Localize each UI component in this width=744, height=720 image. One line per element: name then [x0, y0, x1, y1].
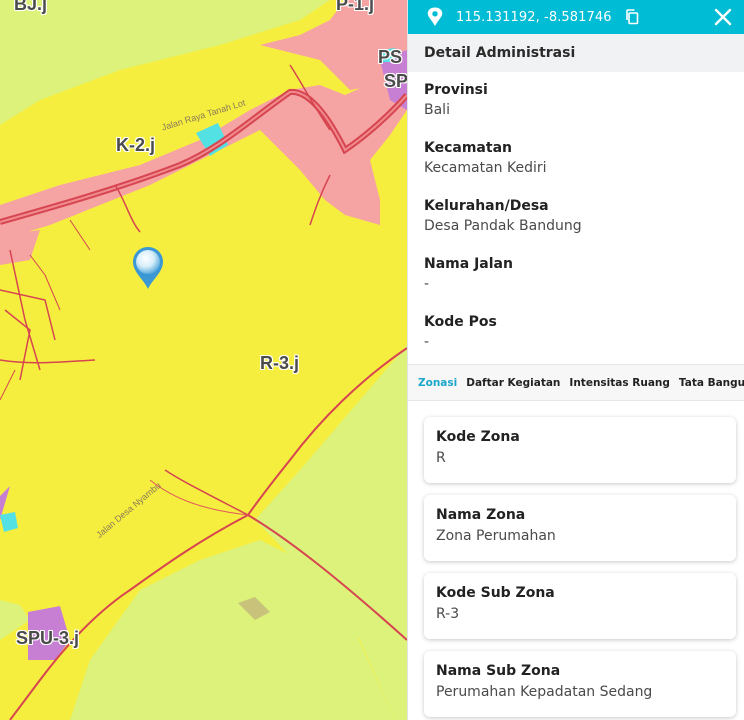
field-label: Nama Jalan — [424, 256, 513, 272]
field-nama-jalan: Nama Jalan - — [424, 246, 728, 304]
local-road-10 — [69, 219, 91, 251]
local-road-7 — [4, 309, 31, 381]
open-space-zone-west — [0, 512, 18, 532]
card-value: Zona Perumahan — [436, 528, 556, 544]
field-provinsi: Provinsi Bali — [424, 72, 728, 130]
map-canvas[interactable] — [0, 0, 407, 720]
location-pin-icon — [427, 7, 443, 27]
tab-intensitas-ruang[interactable]: Intensitas Ruang — [569, 377, 670, 389]
tab-bar: Zonasi Daftar Kegiatan Intensitas Ruang … — [408, 364, 744, 401]
zone-label-k2: K-2.j — [116, 135, 156, 155]
card-label: Kode Sub Zona — [436, 585, 555, 601]
field-label: Kecamatan — [424, 140, 512, 156]
zone-label-ps: PS — [378, 47, 403, 67]
close-icon[interactable] — [714, 8, 732, 26]
section-header-administrasi: Detail Administrasi — [408, 34, 744, 72]
card-label: Nama Zona — [436, 507, 526, 523]
zoning-map[interactable]: BJ.j P-1.j PS SP K-2.j R-3.j SPU-3.j Jal… — [0, 0, 407, 720]
zonasi-card-list: Kode Zona R Nama Zona Zona Perumahan Kod… — [408, 401, 744, 717]
card-value: R — [436, 450, 446, 466]
coordinate-bar: 115.131192, -8.581746 — [408, 0, 744, 34]
app-root: BJ.j P-1.j PS SP K-2.j R-3.j SPU-3.j Jal… — [0, 0, 744, 720]
card-label: Nama Sub Zona — [436, 663, 561, 679]
card-label: Kode Zona — [436, 429, 520, 445]
field-value: - — [424, 276, 430, 292]
card-kode-sub-zona: Kode Sub Zona R-3 — [424, 573, 736, 639]
tab-daftar-kegiatan[interactable]: Daftar Kegiatan — [466, 377, 560, 389]
field-label: Provinsi — [424, 82, 488, 98]
tab-tata-bangunan[interactable]: Tata Bangunan — [679, 377, 744, 389]
tab-zonasi[interactable]: Zonasi — [418, 377, 457, 389]
card-nama-sub-zona: Nama Sub Zona Perumahan Kepadatan Sedang — [424, 651, 736, 717]
card-nama-zona: Nama Zona Zona Perumahan — [424, 495, 736, 561]
admin-detail-list: Provinsi Bali Kecamatan Kecamatan Kediri… — [408, 72, 744, 362]
secondary-road-north — [149, 479, 249, 516]
local-road-9 — [0, 369, 16, 401]
zone-label-p1: P-1.j — [336, 0, 375, 14]
copy-icon[interactable] — [625, 9, 639, 25]
local-road-6 — [0, 289, 56, 341]
card-kode-zona: Kode Zona R — [424, 417, 736, 483]
zone-label-spu3: SPU-3.j — [16, 628, 80, 648]
field-value: Desa Pandak Bandung — [424, 218, 582, 234]
field-label: Kelurahan/Desa — [424, 198, 549, 214]
zone-label-bj: BJ.j — [14, 0, 48, 14]
location-marker-icon[interactable] — [131, 246, 165, 290]
field-value: Kecamatan Kediri — [424, 160, 547, 176]
field-label: Kode Pos — [424, 314, 497, 330]
coordinates-text: 115.131192, -8.581746 — [456, 9, 612, 25]
field-kecamatan: Kecamatan Kecamatan Kediri — [424, 130, 728, 188]
card-value: R-3 — [436, 606, 460, 622]
field-value: Bali — [424, 102, 450, 118]
field-kode-pos: Kode Pos - — [424, 304, 728, 362]
zone-label-r3: R-3.j — [260, 353, 300, 373]
field-value: - — [424, 334, 430, 350]
local-road-4 — [0, 359, 96, 364]
zone-label-sp: SP — [384, 71, 407, 91]
card-value: Perumahan Kepadatan Sedang — [436, 684, 653, 700]
field-kelurahan-desa: Kelurahan/Desa Desa Pandak Bandung — [424, 188, 728, 246]
info-panel: 115.131192, -8.581746 Detail Administras… — [407, 0, 744, 720]
secondary-road-spur — [164, 469, 249, 516]
